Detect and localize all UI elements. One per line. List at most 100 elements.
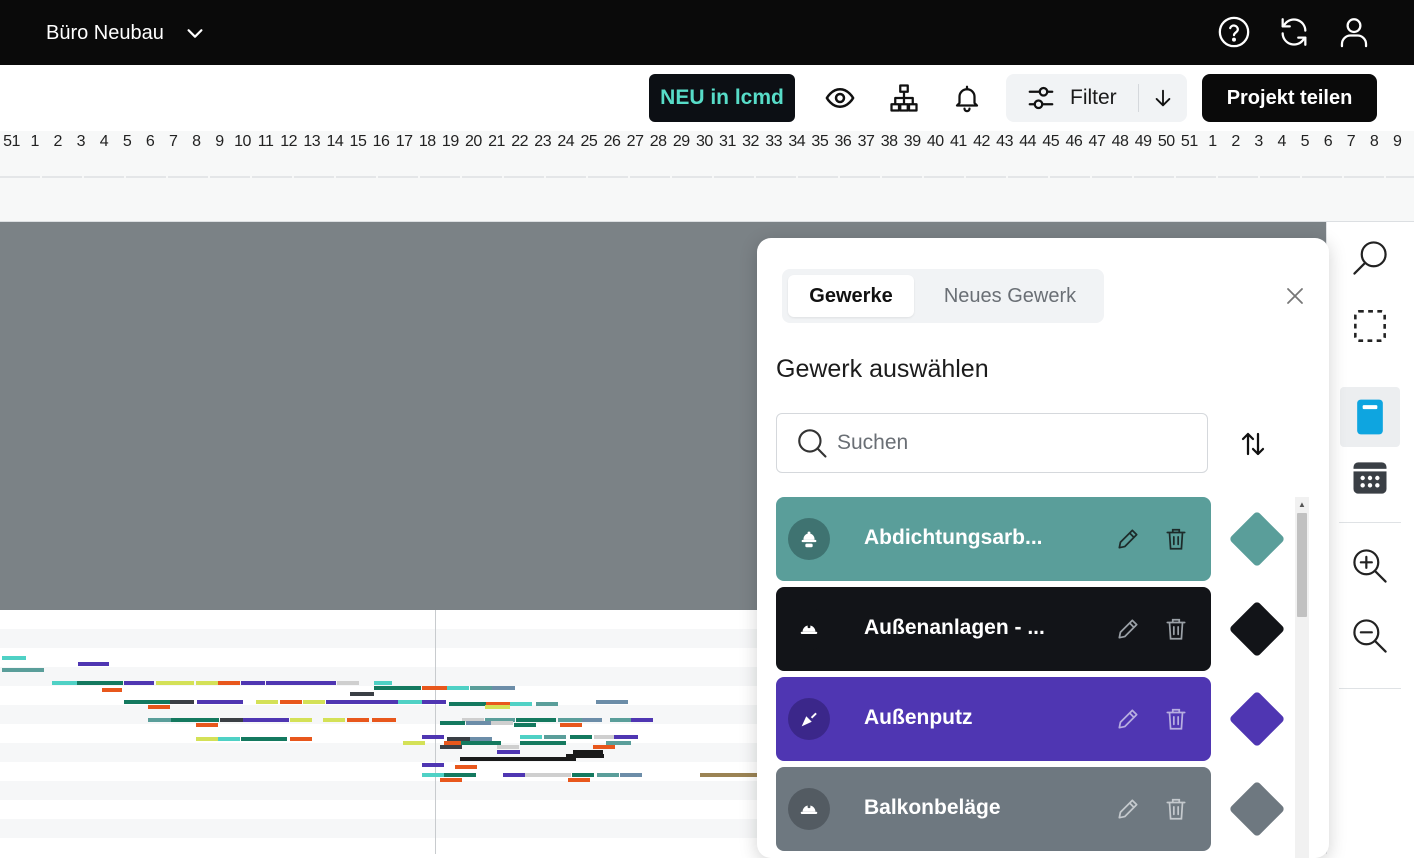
gantt-task-bar[interactable] <box>440 778 462 782</box>
trade-color-swatch[interactable] <box>1228 690 1286 748</box>
gantt-task-bar[interactable] <box>470 686 492 690</box>
user-menu-button[interactable] <box>1336 14 1372 50</box>
notifications-button[interactable] <box>949 80 985 116</box>
sort-button[interactable] <box>1235 426 1271 462</box>
selection-tool-button[interactable] <box>1340 296 1400 356</box>
gantt-task-bar[interactable] <box>547 773 571 777</box>
gantt-task-bar[interactable] <box>610 718 632 722</box>
gantt-task-bar[interactable] <box>290 718 312 722</box>
gantt-task-bar[interactable] <box>243 718 289 722</box>
gantt-task-bar[interactable] <box>323 718 345 722</box>
gantt-task-bar[interactable] <box>520 735 542 739</box>
trade-color-swatch[interactable] <box>1228 510 1286 568</box>
filter-dropdown-button[interactable] <box>1139 74 1187 122</box>
gantt-task-bar[interactable] <box>218 737 240 741</box>
gantt-task-bar[interactable] <box>124 681 154 685</box>
gantt-task-bar[interactable] <box>148 705 170 709</box>
delete-trade-button[interactable] <box>1162 705 1190 733</box>
gantt-task-bar[interactable] <box>403 741 425 745</box>
gantt-task-bar[interactable] <box>241 737 287 741</box>
gantt-task-bar[interactable] <box>466 721 492 725</box>
gantt-task-bar[interactable] <box>220 718 244 722</box>
gantt-task-bar[interactable] <box>256 700 278 704</box>
gantt-task-bar[interactable] <box>374 681 392 685</box>
gantt-task-bar[interactable] <box>422 735 444 739</box>
gantt-task-bar[interactable] <box>422 773 444 777</box>
calendar-tool-button[interactable] <box>1340 448 1400 508</box>
gantt-task-bar[interactable] <box>280 700 302 704</box>
share-project-button[interactable]: Projekt teilen <box>1202 74 1377 122</box>
gantt-task-bar[interactable] <box>374 686 421 690</box>
gantt-task-bar[interactable] <box>516 718 556 722</box>
gantt-task-bar[interactable] <box>326 700 350 704</box>
trade-row-aussenputz[interactable]: Außenputz <box>776 677 1211 761</box>
gantt-task-bar[interactable] <box>350 700 398 704</box>
gantt-task-bar[interactable] <box>266 681 336 685</box>
gantt-task-bar[interactable] <box>241 681 265 685</box>
visibility-button[interactable] <box>822 80 858 116</box>
sync-button[interactable] <box>1276 14 1312 50</box>
gantt-task-bar[interactable] <box>78 662 109 666</box>
gantt-task-bar[interactable] <box>485 705 510 709</box>
gantt-task-bar[interactable] <box>572 773 594 777</box>
gantt-task-bar[interactable] <box>525 773 547 777</box>
gantt-task-bar[interactable] <box>460 757 576 761</box>
edit-trade-button[interactable] <box>1114 615 1142 643</box>
gantt-task-bar[interactable] <box>398 700 422 704</box>
gantt-task-bar[interactable] <box>447 686 469 690</box>
gantt-task-bar[interactable] <box>544 735 566 739</box>
gantt-task-bar[interactable] <box>593 745 615 749</box>
gantt-task-bar[interactable] <box>350 692 374 696</box>
gantt-task-bar[interactable] <box>461 741 501 745</box>
gantt-task-bar[interactable] <box>170 700 194 704</box>
structure-button[interactable] <box>886 80 922 116</box>
gantt-task-bar[interactable] <box>497 745 519 749</box>
gantt-task-bar[interactable] <box>196 681 218 685</box>
gantt-task-bar[interactable] <box>568 778 590 782</box>
gantt-task-bar[interactable] <box>218 681 240 685</box>
new-in-lcmd-button[interactable]: NEU in lcmd <box>649 74 795 122</box>
gantt-task-bar[interactable] <box>492 686 515 690</box>
gantt-task-bar[interactable] <box>2 656 26 660</box>
gantt-task-bar[interactable] <box>570 735 592 739</box>
gantt-task-bar[interactable] <box>455 765 477 769</box>
gantt-task-bar[interactable] <box>52 681 77 685</box>
gantt-task-bar[interactable] <box>614 735 638 739</box>
filter-button[interactable]: Filter <box>1006 74 1138 122</box>
gantt-task-bar[interactable] <box>503 773 525 777</box>
gantt-task-bar[interactable] <box>372 718 396 722</box>
gantt-task-bar[interactable] <box>449 702 487 706</box>
tab-gewerke[interactable]: Gewerke <box>788 275 914 317</box>
gantt-task-bar[interactable] <box>558 718 582 722</box>
edit-trade-button[interactable] <box>1114 705 1142 733</box>
gantt-task-bar[interactable] <box>566 754 604 758</box>
trade-color-swatch[interactable] <box>1228 600 1286 658</box>
gantt-task-bar[interactable] <box>514 723 536 727</box>
gantt-task-bar[interactable] <box>290 737 312 741</box>
gantt-task-bar[interactable] <box>631 718 653 722</box>
gantt-task-bar[interactable] <box>620 773 642 777</box>
project-selector[interactable]: Büro Neubau <box>46 20 206 46</box>
gantt-task-bar[interactable] <box>124 700 170 704</box>
gantt-task-bar[interactable] <box>196 737 218 741</box>
gantt-task-bar[interactable] <box>491 721 513 725</box>
gantt-task-bar[interactable] <box>596 700 628 704</box>
search-tool-button[interactable] <box>1340 228 1400 288</box>
scroll-up-arrow-icon[interactable]: ▲ <box>1295 497 1309 511</box>
gantt-task-bar[interactable] <box>148 718 172 722</box>
gantt-task-bar[interactable] <box>2 668 44 672</box>
gantt-task-bar[interactable] <box>77 681 123 685</box>
trade-list-scrollbar[interactable]: ▲ <box>1295 497 1309 858</box>
gantt-task-bar[interactable] <box>440 745 462 749</box>
gantt-task-bar[interactable] <box>444 773 476 777</box>
delete-trade-button[interactable] <box>1162 525 1190 553</box>
gantt-task-bar[interactable] <box>597 773 619 777</box>
gantt-task-bar[interactable] <box>510 702 532 706</box>
delete-trade-button[interactable] <box>1162 795 1190 823</box>
gantt-task-bar[interactable] <box>337 681 359 685</box>
search-input[interactable] <box>837 431 1197 455</box>
tab-neues-gewerk[interactable]: Neues Gewerk <box>922 275 1098 317</box>
gantt-task-bar[interactable] <box>102 688 122 692</box>
trade-row-abdichtungsarbeiten[interactable]: Abdichtungsarb... <box>776 497 1211 581</box>
gantt-task-bar[interactable] <box>440 721 465 725</box>
